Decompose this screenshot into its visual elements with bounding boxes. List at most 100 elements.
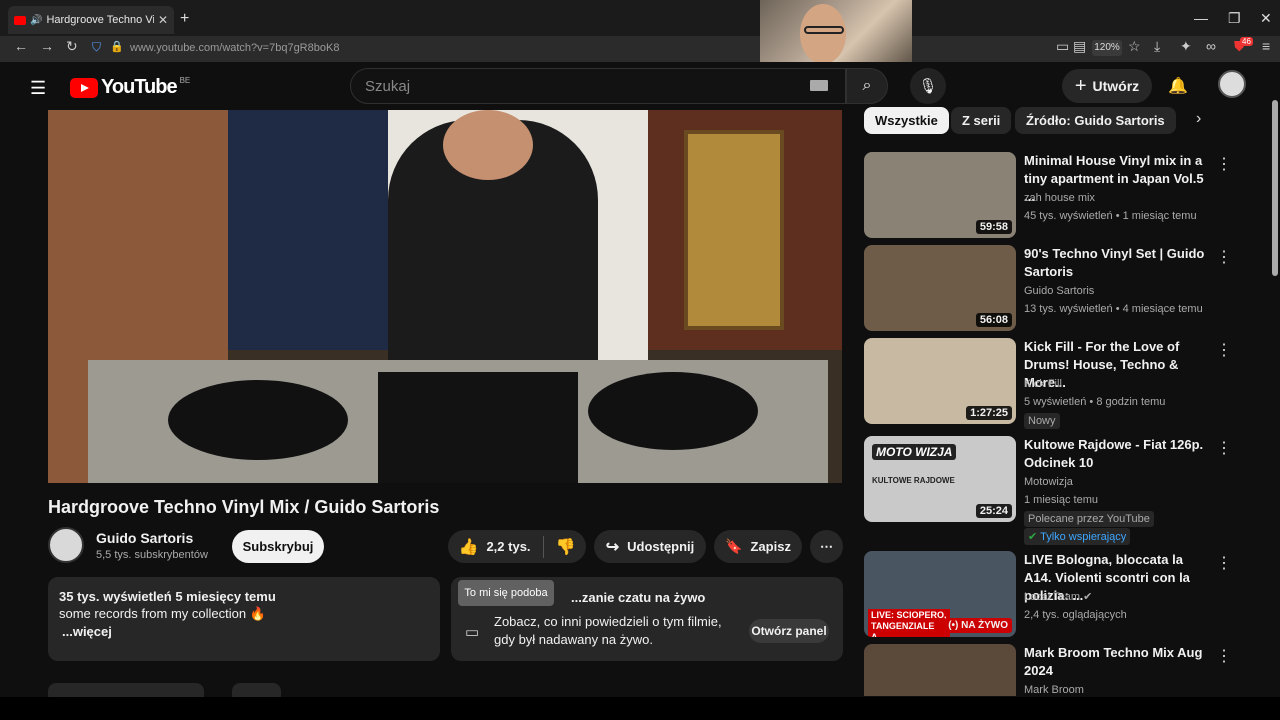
show-more-link[interactable]: ...więcej bbox=[62, 624, 429, 639]
reader-icon[interactable]: ▤ bbox=[1073, 38, 1086, 55]
close-tab-icon[interactable]: ✕ bbox=[158, 13, 168, 27]
recommendation-channel[interactable]: Mark Broom bbox=[1024, 682, 1084, 696]
tab-title: Hardgroove Techno Vinyl M bbox=[46, 14, 154, 26]
recommendation-channel[interactable]: Kick Fill bbox=[1024, 376, 1062, 392]
video-thumbnail[interactable]: MOTO WIZJA KULTOWE RAJDOWE 25:24 bbox=[864, 436, 1016, 522]
more-vert-icon[interactable]: ⋮ bbox=[1216, 646, 1232, 666]
channel-avatar[interactable] bbox=[48, 527, 84, 563]
video-thumbnail[interactable]: 1:27:25 bbox=[864, 338, 1016, 424]
create-button[interactable]: + Utwórz bbox=[1062, 69, 1152, 103]
video-thumbnail[interactable]: 56:08 bbox=[864, 245, 1016, 331]
new-tab-button[interactable]: + bbox=[180, 10, 189, 28]
check-circle-icon: ✔ bbox=[1028, 531, 1041, 543]
description-text: some records from my collection 🔥 bbox=[59, 606, 266, 621]
view-stats: 35 tys. wyświetleń 5 miesięcy temu bbox=[59, 589, 276, 604]
voice-search-button[interactable]: 🎙 bbox=[910, 68, 946, 104]
recommendation-meta: 13 tys. wyświetleń • 4 miesiące temu bbox=[1024, 303, 1203, 315]
browser-tab-bar bbox=[0, 0, 1280, 36]
subscribe-button[interactable]: Subskrybuj bbox=[232, 530, 324, 563]
video-thumbnail[interactable] bbox=[864, 644, 1016, 696]
scrollbar-thumb[interactable] bbox=[1272, 100, 1278, 276]
extensions-icon[interactable]: ✦ bbox=[1180, 38, 1192, 55]
recommendation-channel[interactable]: zah house mix bbox=[1024, 190, 1095, 206]
url-text: www.youtube.com/watch?v=7bq7gR8boK8 bbox=[130, 42, 340, 54]
address-bar[interactable]: ⛉ 🔒 www.youtube.com/watch?v=7bq7gR8boK8 bbox=[88, 38, 758, 58]
youtube-play-icon bbox=[70, 77, 98, 98]
lock-icon[interactable]: 🔒 bbox=[110, 40, 124, 53]
search-placeholder: Szukaj bbox=[365, 77, 411, 95]
shield-icon[interactable]: ⛉ bbox=[92, 40, 101, 55]
microphone-icon: 🎙 bbox=[918, 78, 938, 95]
forward-icon[interactable]: → bbox=[40, 38, 54, 54]
account-avatar[interactable] bbox=[1218, 70, 1246, 98]
search-input[interactable]: Szukaj bbox=[350, 68, 846, 104]
thumbs-up-icon: 👍 bbox=[458, 538, 479, 556]
like-button[interactable]: 👍 2,2 tys. bbox=[459, 537, 531, 557]
chat-bubble-icon: ▭ bbox=[465, 624, 480, 641]
recommendation-item[interactable]: Mark Broom Techno Mix Aug 2024 Mark Broo… bbox=[864, 644, 1236, 696]
video-player[interactable] bbox=[48, 110, 842, 483]
recommendation-channel[interactable]: Motowizja bbox=[1024, 474, 1073, 490]
thumbnail-subtitle: KULTOWE RAJDOWE bbox=[872, 476, 955, 485]
recommendation-title[interactable]: Mark Broom Techno Mix Aug 2024 bbox=[1024, 644, 1210, 680]
extension-badge: 46 bbox=[1240, 37, 1253, 46]
video-thumbnail[interactable]: LIVE: SCIOPERO, TANGENZIALE A... (•) NA … bbox=[864, 551, 1016, 637]
recommendation-title[interactable]: Kultowe Rajdowe - Fiat 126p. Odcinek 10 bbox=[1024, 436, 1210, 472]
description-box[interactable]: 35 tys. wyświetleń 5 miesięcy temu some … bbox=[48, 577, 440, 661]
close-window-icon[interactable]: ✕ bbox=[1260, 10, 1272, 27]
hamburger-menu-icon[interactable]: ☰ bbox=[30, 78, 46, 99]
recommendation-item[interactable]: 56:08 90's Techno Vinyl Set | Guido Sart… bbox=[864, 245, 1236, 335]
bookmark-star-icon[interactable]: ☆ bbox=[1128, 38, 1141, 55]
chip-source[interactable]: Źródło: Guido Sartoris bbox=[1015, 107, 1176, 134]
vpn-icon[interactable]: ∞ bbox=[1206, 38, 1216, 54]
poster-shape bbox=[228, 110, 388, 350]
reload-icon[interactable]: ↻ bbox=[66, 38, 78, 55]
recommendation-item[interactable]: MOTO WIZJA KULTOWE RAJDOWE 25:24 Kultowe… bbox=[864, 436, 1236, 546]
open-panel-button[interactable]: Otwórz panel bbox=[749, 619, 829, 643]
more-actions-button[interactable]: ⋯ bbox=[810, 530, 843, 563]
divider bbox=[542, 535, 544, 558]
recommendation-title[interactable]: 90's Techno Vinyl Set | Guido Sartoris bbox=[1024, 245, 1210, 281]
like-tooltip: To mi się podoba bbox=[458, 580, 554, 606]
notifications-bell-icon[interactable]: 🔔 bbox=[1168, 76, 1188, 96]
recommendation-meta: 45 tys. wyświetleń • 1 miesiąc temu bbox=[1024, 210, 1197, 222]
recommendation-item[interactable]: 59:58 Minimal House Vinyl mix in a tiny … bbox=[864, 152, 1236, 242]
share-label: Udostępnij bbox=[627, 539, 695, 554]
youtube-logo[interactable]: YouTube BE bbox=[70, 76, 190, 99]
menu-icon[interactable]: ≡ bbox=[1262, 38, 1270, 54]
more-vert-icon[interactable]: ⋮ bbox=[1216, 438, 1232, 458]
live-label: NA ŻYWO bbox=[961, 620, 1008, 631]
recommendation-meta: 1 miesiąc temu bbox=[1024, 494, 1098, 506]
more-vert-icon[interactable]: ⋮ bbox=[1216, 340, 1232, 360]
back-icon[interactable]: ← bbox=[14, 38, 28, 54]
minimize-icon[interactable]: — bbox=[1194, 10, 1208, 26]
save-button[interactable]: 🔖 Zapisz bbox=[714, 530, 802, 563]
recommendation-item[interactable]: LIVE: SCIOPERO, TANGENZIALE A... (•) NA … bbox=[864, 551, 1236, 641]
search-button[interactable]: ⌕ bbox=[846, 68, 888, 104]
restore-icon[interactable]: ❐ bbox=[1228, 10, 1241, 27]
more-vert-icon[interactable]: ⋮ bbox=[1216, 247, 1232, 267]
chevron-right-icon[interactable]: › bbox=[1196, 110, 1201, 128]
more-vert-icon[interactable]: ⋮ bbox=[1216, 154, 1232, 174]
turntable-right-shape bbox=[588, 372, 758, 450]
zoom-level[interactable]: 120% bbox=[1092, 40, 1122, 56]
chip-series[interactable]: Z serii bbox=[951, 107, 1012, 134]
dislike-button[interactable]: 👎 bbox=[556, 537, 576, 557]
channel-name[interactable]: Guido Sartoris bbox=[96, 530, 193, 546]
recommendation-channel[interactable]: Local Team ✔ bbox=[1024, 589, 1092, 605]
recommendation-item[interactable]: 1:27:25 Kick Fill - For the Love of Drum… bbox=[864, 338, 1236, 432]
video-thumbnail[interactable]: 59:58 bbox=[864, 152, 1016, 238]
browser-tab[interactable]: 🔊 Hardgroove Techno Vinyl M ✕ bbox=[8, 6, 174, 34]
picture-in-picture-icon[interactable]: ▭ bbox=[1056, 38, 1069, 55]
chip-all[interactable]: Wszystkie bbox=[864, 107, 949, 134]
more-vert-icon[interactable]: ⋮ bbox=[1216, 553, 1232, 573]
speaker-icon[interactable]: 🔊 bbox=[30, 15, 42, 26]
share-arrow-icon: ↪ bbox=[605, 538, 620, 556]
download-icon[interactable]: ⤓ bbox=[1154, 38, 1160, 55]
thumbnail-logo-text: MOTO WIZJA bbox=[872, 444, 957, 460]
share-button[interactable]: ↪ Udostępnij bbox=[594, 530, 706, 563]
keyboard-icon[interactable] bbox=[810, 80, 828, 91]
chat-replay-heading: ...zanie czatu na żywo bbox=[571, 590, 706, 605]
recommendation-channel[interactable]: Guido Sartoris bbox=[1024, 283, 1094, 299]
recommended-badge: Polecane przez YouTube bbox=[1024, 511, 1154, 527]
